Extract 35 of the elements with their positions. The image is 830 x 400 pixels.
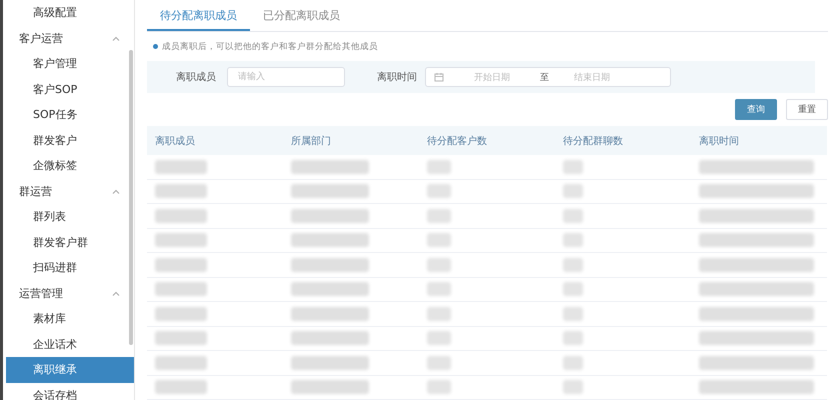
tab[interactable]: 待分配离职成员	[147, 0, 250, 31]
chevron-icon	[112, 188, 120, 194]
sidebar-item[interactable]: 客户管理	[6, 51, 134, 76]
sidebar-item[interactable]: 会话存档	[6, 382, 134, 400]
sidebar-item[interactable]: 高级配置	[6, 0, 134, 26]
sidebar-item[interactable]: 群列表	[6, 204, 134, 230]
column-header: 所属部门	[290, 134, 332, 148]
sidebar-item[interactable]: 企业话术	[6, 332, 134, 357]
reset-button[interactable]: 重置	[786, 99, 828, 120]
sidebar-item[interactable]: 素材库	[6, 306, 134, 332]
sidebar-item[interactable]: 运营管理	[6, 280, 134, 306]
sidebar-item[interactable]: 群运营	[6, 178, 134, 204]
column-header: 待分配群聊数	[562, 134, 624, 148]
sidebar-item[interactable]: 客户SOP	[6, 76, 134, 102]
tab[interactable]: 已分配离职成员	[250, 0, 353, 31]
date-range-field[interactable]: 开始日期 至 结束日期	[425, 67, 671, 88]
field-label: 离职时间	[377, 70, 417, 84]
column-header: 离职成员	[154, 134, 196, 148]
sidebar-item[interactable]: 群发客户	[6, 128, 134, 153]
chevron-icon	[112, 290, 120, 296]
field-label: 离职成员	[176, 70, 216, 84]
sidebar-item[interactable]: 扫码进群	[6, 255, 134, 280]
member-input-field[interactable]: 请输入	[227, 67, 345, 88]
sidebar-item[interactable]: SOP任务	[6, 102, 134, 128]
column-header: 待分配客户数	[426, 134, 488, 148]
chevron-icon	[112, 36, 120, 41]
column-header: 离职时间	[698, 134, 740, 148]
sidebar-item[interactable]: 客户运营	[6, 26, 134, 51]
search-button[interactable]: 查询	[735, 99, 777, 120]
sidebar-item[interactable]: 离职继承	[6, 357, 134, 382]
bullet-icon	[153, 44, 158, 50]
hint-text: 成员离职后，可以把他的客户和客户群分配给其他成员	[162, 40, 378, 53]
sidebar-item[interactable]: 企微标签	[6, 153, 134, 178]
calendar-icon	[434, 72, 444, 82]
sidebar-item[interactable]: 群发客户群	[6, 230, 134, 255]
